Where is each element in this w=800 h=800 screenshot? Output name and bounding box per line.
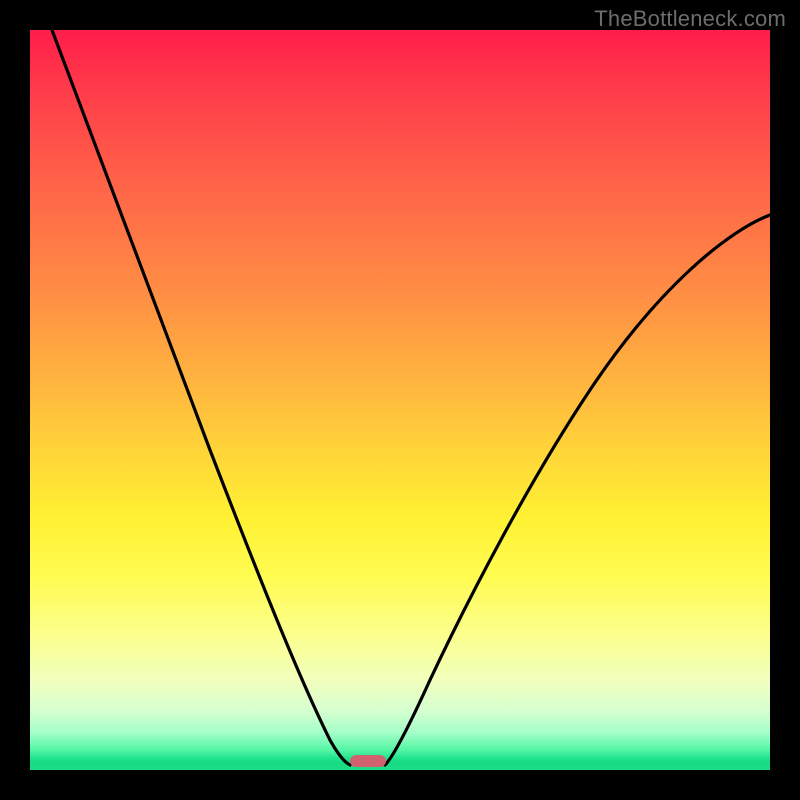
plot-area	[30, 30, 770, 770]
left-curve	[52, 30, 350, 765]
curves-layer	[30, 30, 770, 770]
bottleneck-marker	[350, 755, 386, 767]
chart-frame: TheBottleneck.com	[0, 0, 800, 800]
watermark-text: TheBottleneck.com	[594, 6, 786, 32]
right-curve	[385, 215, 770, 765]
